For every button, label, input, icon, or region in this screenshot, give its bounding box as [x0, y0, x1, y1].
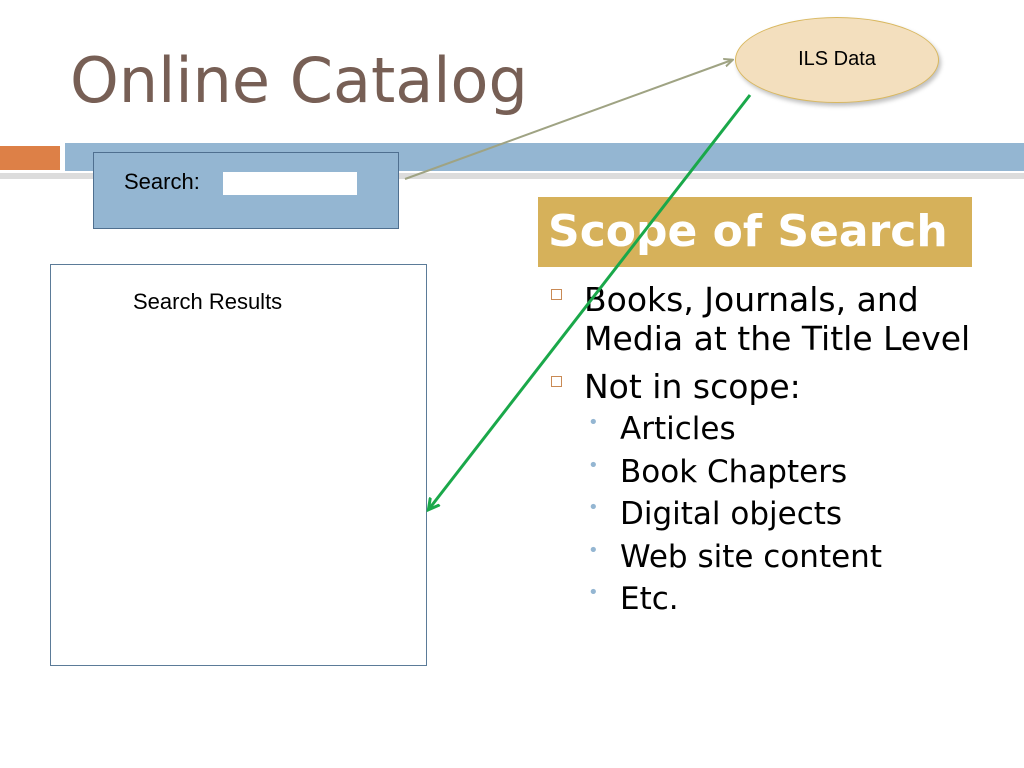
slide: Online Catalog Search: Search Results IL… [0, 0, 1024, 768]
scope-item-text: Not in scope: [584, 367, 801, 406]
dot-bullet-icon: • [588, 539, 599, 561]
square-bullet-icon [551, 289, 562, 300]
header-accent-block [0, 146, 60, 170]
out-of-scope-text: Book Chapters [620, 453, 848, 490]
out-of-scope-item: • Book Chapters [546, 451, 986, 494]
out-of-scope-text: Etc. [620, 581, 679, 617]
scope-item: Not in scope: [546, 367, 986, 406]
scope-header: Scope of Search [538, 197, 972, 267]
ils-data-node: ILS Data [735, 17, 939, 103]
out-of-scope-list: • Articles • Book Chapters • Digital obj… [546, 408, 986, 621]
out-of-scope-item: • Etc. [546, 578, 986, 621]
out-of-scope-text: Web site content [620, 538, 882, 575]
out-of-scope-item: • Web site content [546, 536, 986, 579]
dot-bullet-icon: • [588, 412, 599, 433]
ils-data-label: ILS Data [798, 48, 876, 70]
search-input[interactable] [223, 172, 357, 195]
out-of-scope-item: • Digital objects [546, 493, 986, 536]
square-bullet-icon [551, 376, 562, 387]
out-of-scope-text: Articles [620, 411, 736, 447]
dot-bullet-icon: • [588, 497, 599, 518]
search-results-panel: Search Results [50, 264, 427, 666]
scope-list: Books, Journals, and Media at the Title … [546, 280, 986, 621]
dot-bullet-icon: • [588, 454, 599, 476]
scope-item-text: Books, Journals, and Media at the Title … [584, 280, 971, 358]
dot-bullet-icon: • [588, 582, 599, 603]
slide-title: Online Catalog [70, 44, 528, 117]
search-label: Search: [124, 169, 200, 194]
search-results-label: Search Results [133, 289, 283, 314]
out-of-scope-item: • Articles [546, 408, 986, 451]
search-panel: Search: [93, 152, 399, 229]
scope-item: Books, Journals, and Media at the Title … [546, 280, 986, 358]
out-of-scope-text: Digital objects [620, 496, 843, 532]
scope-heading: Scope of Search [548, 206, 948, 257]
